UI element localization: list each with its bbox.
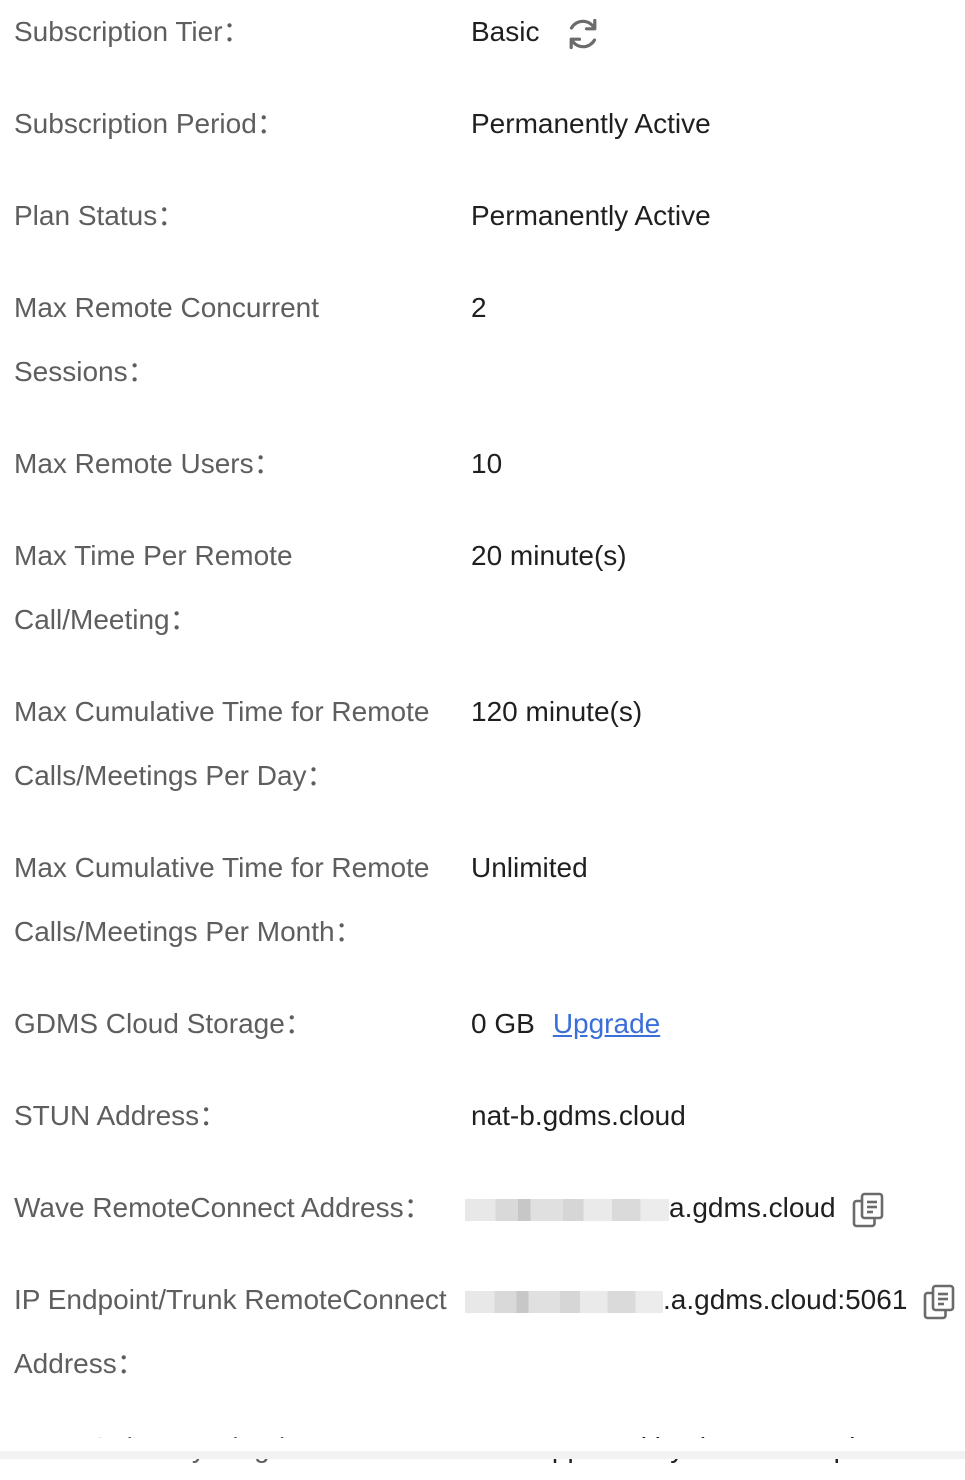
max-cumulative-time-per-day-value: 120 minute(s) bbox=[471, 696, 643, 727]
subscription-tier-text: Basic bbox=[471, 16, 540, 47]
max-cumulative-time-per-month-label: Max Cumulative Time for Remote Calls/Mee… bbox=[14, 852, 430, 947]
gdms-cloud-storage-amount: 0 GB bbox=[471, 1008, 535, 1039]
max-remote-users-value: 10 bbox=[471, 448, 503, 479]
gdms-cloud-storage-value: 0 GB Upgrade bbox=[471, 992, 660, 1056]
upgrade-link[interactable]: Upgrade bbox=[553, 1008, 660, 1039]
subscription-period-value: Permanently Active bbox=[471, 108, 711, 139]
plan-status-label: Plan Status： bbox=[14, 200, 186, 231]
subscription-tier-value: Basic bbox=[471, 0, 603, 64]
subscription-period-label: Subscription Period： bbox=[14, 108, 285, 139]
max-cumulative-time-per-day-label: Max Cumulative Time for Remote Calls/Mee… bbox=[14, 696, 430, 791]
scroll-edge bbox=[0, 1451, 965, 1459]
max-cumulative-time-per-month-value: Unlimited bbox=[471, 852, 588, 883]
max-time-per-remote-call-label: Max Time Per Remote Call/Meeting： bbox=[14, 540, 293, 635]
copy-icon[interactable] bbox=[923, 1284, 955, 1320]
stun-address-label: STUN Address： bbox=[14, 1100, 228, 1131]
redacted-text bbox=[465, 1290, 663, 1313]
stun-address-value: nat-b.gdms.cloud bbox=[471, 1100, 686, 1131]
wave-remoteconnect-address-value: a.gdms.cloud bbox=[465, 1176, 884, 1240]
refresh-icon[interactable] bbox=[563, 14, 603, 54]
wave-remoteconnect-address-label: Wave RemoteConnect Address： bbox=[14, 1192, 432, 1223]
plan-status-value: Permanently Active bbox=[471, 200, 711, 231]
wave-remoteconnect-address-text: a.gdms.cloud bbox=[669, 1192, 836, 1223]
max-time-per-remote-call-value: 20 minute(s) bbox=[471, 540, 627, 571]
gdms-cloud-storage-label: GDMS Cloud Storage： bbox=[14, 1008, 313, 1039]
subscription-tier-label: Subscription Tier： bbox=[14, 16, 251, 47]
max-remote-concurrent-sessions-label: Max Remote Concurrent Sessions： bbox=[14, 292, 320, 387]
redacted-text bbox=[465, 1198, 669, 1221]
copy-icon[interactable] bbox=[852, 1192, 884, 1228]
ip-endpoint-trunk-address-value: .a.gdms.cloud:5061 bbox=[465, 1268, 955, 1332]
max-remote-users-label: Max Remote Users： bbox=[14, 448, 282, 479]
ip-endpoint-trunk-address-text: .a.gdms.cloud:5061 bbox=[663, 1284, 908, 1315]
ip-endpoint-trunk-address-label: IP Endpoint/Trunk RemoteConnect Address： bbox=[14, 1284, 447, 1379]
max-remote-concurrent-sessions-value: 2 bbox=[471, 292, 487, 323]
